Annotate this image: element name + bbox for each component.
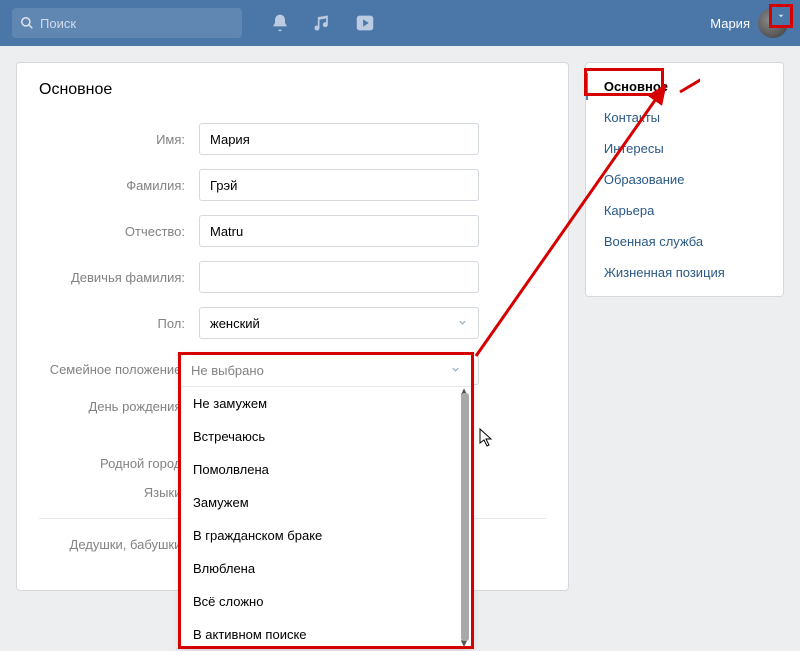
sidebar-item-contacts[interactable]: Контакты xyxy=(586,102,783,133)
sidebar-item-career[interactable]: Карьера xyxy=(586,195,783,226)
page-title: Основное xyxy=(39,81,546,99)
marital-dropdown-header[interactable]: Не выбрано xyxy=(181,355,471,387)
label-languages: Языки: xyxy=(39,485,199,500)
marital-dropdown-panel: Не выбрано ▴ Не замужем Встречаюсь Помол… xyxy=(180,354,472,648)
bell-icon[interactable] xyxy=(270,13,290,33)
topbar: Мария xyxy=(0,0,800,46)
label-sex: Пол: xyxy=(39,316,199,331)
last-name-input[interactable] xyxy=(199,169,479,201)
sidebar-nav: Основное Контакты Интересы Образование К… xyxy=(585,62,784,297)
label-birthday: День рождения: xyxy=(39,399,199,414)
sex-select-value: женский xyxy=(210,316,260,331)
sidebar-item-life[interactable]: Жизненная позиция xyxy=(586,257,783,288)
video-icon[interactable] xyxy=(354,12,376,34)
first-name-input[interactable] xyxy=(199,123,479,155)
marital-option[interactable]: В гражданском браке xyxy=(181,519,457,552)
sidebar-item-main[interactable]: Основное xyxy=(586,71,783,102)
middle-name-input[interactable] xyxy=(199,215,479,247)
marital-option[interactable]: Встречаюсь xyxy=(181,420,457,453)
account-dropdown-caret[interactable] xyxy=(769,4,793,28)
label-last-name: Фамилия: xyxy=(39,178,199,193)
sidebar-item-military[interactable]: Военная служба xyxy=(586,226,783,257)
cursor-icon xyxy=(479,428,495,453)
label-hometown: Родной город: xyxy=(39,456,199,471)
sidebar-item-interests[interactable]: Интересы xyxy=(586,133,783,164)
music-icon[interactable] xyxy=(312,13,332,33)
marital-dropdown-header-text: Не выбрано xyxy=(191,363,264,378)
marital-option[interactable]: Всё сложно xyxy=(181,585,457,618)
search-box[interactable] xyxy=(12,8,242,38)
maiden-name-input[interactable] xyxy=(199,261,479,293)
marital-option[interactable]: Замужем xyxy=(181,486,457,519)
label-marital: Семейное положение: xyxy=(39,362,199,377)
marital-option[interactable]: В активном поиске xyxy=(181,618,457,647)
topbar-icons xyxy=(270,12,376,34)
scroll-up-caret[interactable]: ▴ xyxy=(458,387,470,397)
scroll-down-caret[interactable]: ▾ xyxy=(458,637,470,647)
user-name: Мария xyxy=(710,16,750,31)
search-icon xyxy=(20,16,34,30)
search-input[interactable] xyxy=(40,16,234,31)
marital-dropdown-list[interactable]: ▴ Не замужем Встречаюсь Помолвлена Замуж… xyxy=(181,387,471,647)
marital-option[interactable]: Влюблена xyxy=(181,552,457,585)
marital-option[interactable]: Не замужем xyxy=(181,387,457,420)
marital-option[interactable]: Помолвлена xyxy=(181,453,457,486)
chevron-down-icon xyxy=(450,363,461,378)
sex-select[interactable]: женский xyxy=(199,307,479,339)
label-grandparents: Дедушки, бабушки: xyxy=(39,537,199,552)
chevron-down-icon xyxy=(457,316,468,331)
label-first-name: Имя: xyxy=(39,132,199,147)
sidebar-item-education[interactable]: Образование xyxy=(586,164,783,195)
label-middle-name: Отчество: xyxy=(39,224,199,239)
label-maiden-name: Девичья фамилия: xyxy=(39,270,199,285)
